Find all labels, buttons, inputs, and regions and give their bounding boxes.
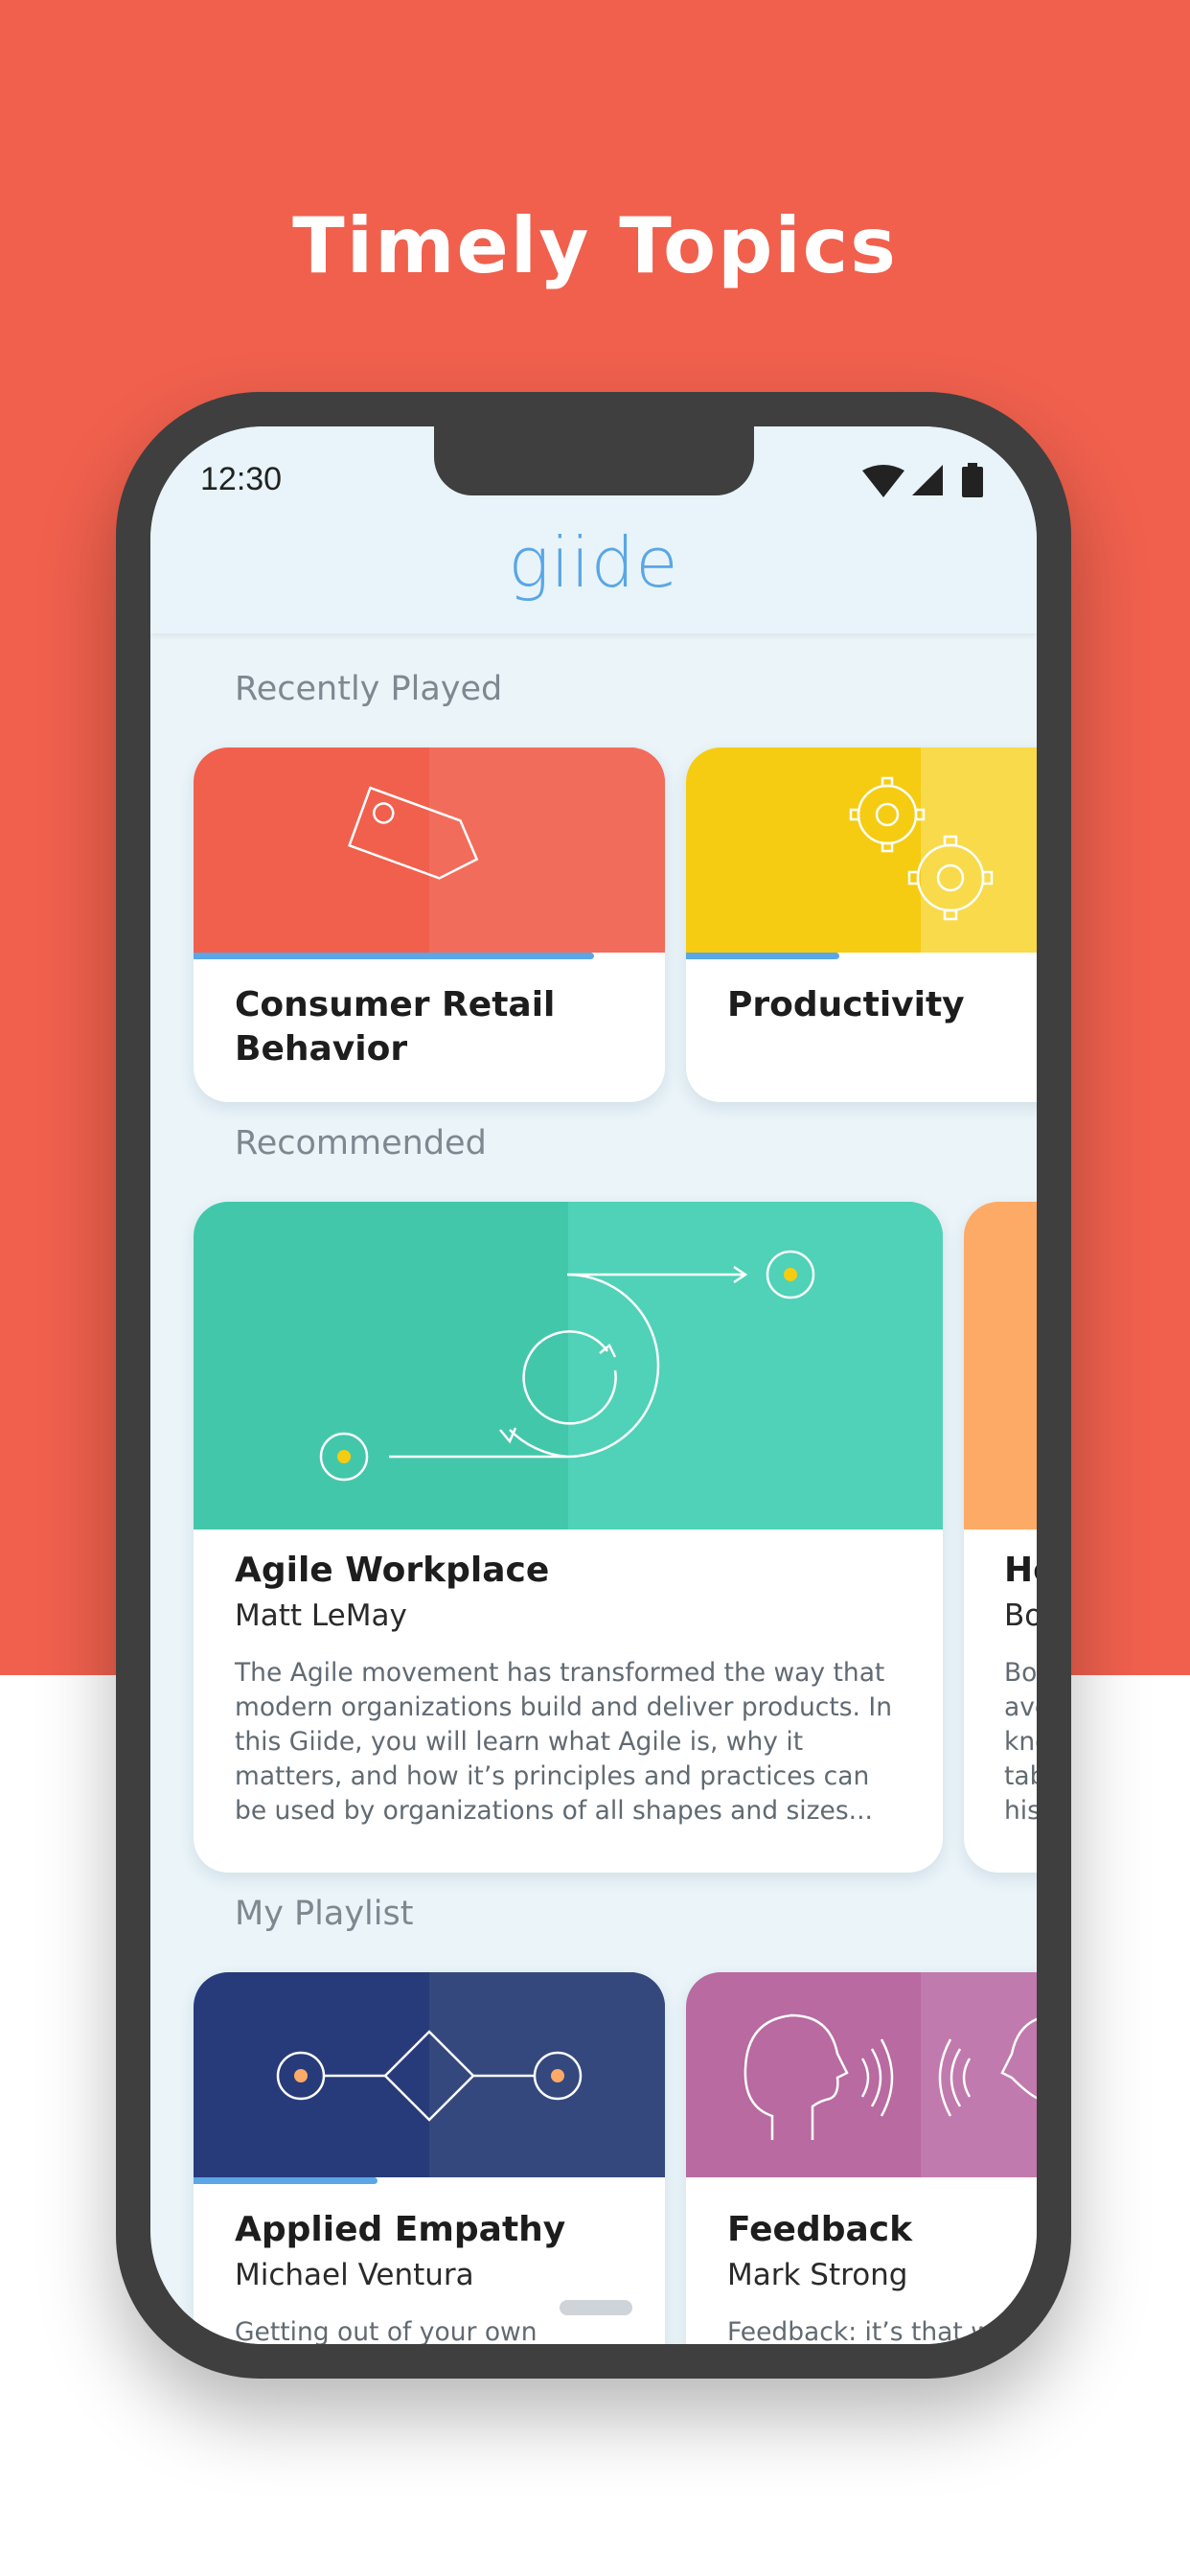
progress-bar [686, 953, 839, 959]
home-indicator[interactable] [560, 2300, 632, 2315]
card-cover [194, 1972, 665, 2177]
speaking-heads-icon [744, 2013, 1037, 2140]
phone-frame: 12:30 giide Recently Played Consumer Ret… [116, 392, 1071, 2379]
gears-icon [849, 776, 994, 921]
card-author: Mark Strong [727, 2258, 908, 2292]
recommended-title: Recommended [235, 1124, 487, 1162]
card-cover [194, 1202, 943, 1530]
card-title: Feedback [727, 2210, 913, 2249]
course-card-partial[interactable]: He Bo Bo ave kno tab his [964, 1202, 1037, 1873]
phone-notch [434, 426, 754, 495]
card-description: Getting out of your own [235, 2317, 538, 2344]
course-card-consumer-retail[interactable]: Consumer Retail Behavior [194, 748, 665, 1102]
giide-logo[interactable]: giide [150, 522, 1037, 603]
card-cover [686, 748, 1037, 953]
course-card-agile-workplace[interactable]: Agile Workplace Matt LeMay The Agile mov… [194, 1202, 943, 1873]
wifi-icon [862, 465, 904, 497]
card-cover [194, 748, 665, 953]
card-title: Productivity [727, 985, 965, 1024]
card-author: Michael Ventura [235, 2258, 474, 2292]
card-author: Matt LeMay [235, 1598, 407, 1633]
battery-icon [962, 463, 983, 497]
card-cover [686, 1972, 1037, 2177]
card-title: He [1004, 1551, 1037, 1590]
card-cover [964, 1202, 1037, 1530]
recently-played-title: Recently Played [235, 670, 503, 708]
progress-bar [194, 2177, 378, 2184]
my-playlist-title: My Playlist [235, 1895, 414, 1933]
course-card-productivity[interactable]: Productivity [686, 748, 1037, 1102]
empathy-diagram-icon [276, 2030, 583, 2122]
card-title: Applied Empathy [235, 2210, 566, 2249]
card-author: Bo [1004, 1598, 1037, 1633]
course-card-feedback[interactable]: Feedback Mark Strong Feedback: it’s that… [686, 1972, 1037, 2344]
status-time: 12:30 [200, 461, 283, 497]
card-title: Consumer Retail Behavior [235, 985, 556, 1069]
agile-loop-icon [319, 1250, 815, 1482]
course-card-applied-empathy[interactable]: Applied Empathy Michael Ventura Getting … [194, 1972, 665, 2344]
card-description: The Agile movement has transformed the w… [235, 1658, 893, 1826]
card-description: Feedback: it’s that wo [727, 2317, 1008, 2344]
card-description: Bo ave kno tab his [1004, 1658, 1037, 1826]
feed[interactable]: Recently Played Consumer Retail Behavior [150, 633, 1037, 2344]
status-icons [862, 463, 987, 501]
progress-bar [194, 953, 595, 959]
card-title: Agile Workplace [235, 1551, 550, 1590]
hero-title: Timely Topics [292, 201, 898, 290]
price-tag-icon [347, 786, 479, 880]
phone-screen: 12:30 giide Recently Played Consumer Ret… [150, 426, 1037, 2344]
signal-icon [912, 465, 943, 495]
